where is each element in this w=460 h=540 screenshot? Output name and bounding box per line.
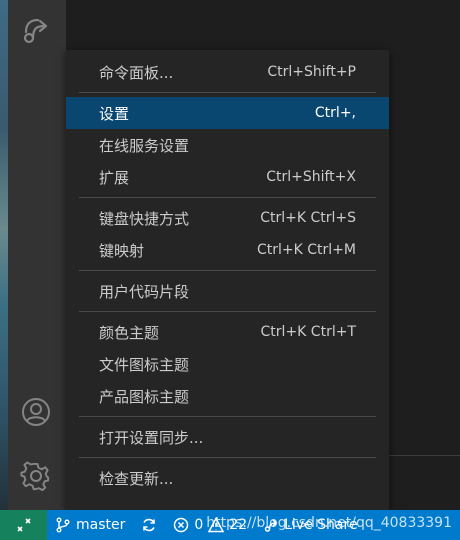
activity-bar xyxy=(8,0,66,510)
menu-separator xyxy=(79,457,376,458)
sync-button[interactable] xyxy=(133,510,165,540)
menu-item[interactable]: 在线服务设置 xyxy=(66,129,389,161)
menu-separator xyxy=(79,92,376,93)
manage-context-menu: 命令面板... Ctrl+Shift+P 设置 Ctrl+, 在线服务设置 扩展 Ctrl+… xyxy=(66,50,389,510)
warning-icon xyxy=(208,517,225,533)
menu-item-label: 设置 xyxy=(99,104,130,123)
gear-icon[interactable] xyxy=(18,458,54,494)
remote-button[interactable] xyxy=(0,510,47,540)
menu-item-label: 扩展 xyxy=(99,168,130,187)
error-count: 0 xyxy=(194,517,204,533)
git-branch-icon xyxy=(56,517,70,533)
menu-item-label: 键盘快捷方式 xyxy=(99,209,190,228)
branch-name: master xyxy=(76,517,126,533)
menu-item-shortcut: Ctrl+Shift+X xyxy=(266,169,356,185)
menu-item[interactable]: 文件图标主题 xyxy=(66,348,389,380)
sync-icon xyxy=(143,518,156,532)
menu-separator xyxy=(79,311,376,312)
live-share-status-icon xyxy=(264,519,278,532)
menu-item-label: 检查更新... xyxy=(99,469,174,488)
menu-separator xyxy=(79,416,376,417)
error-icon xyxy=(174,517,189,533)
branch-indicator[interactable]: master xyxy=(47,510,133,540)
menu-item[interactable]: 命令面板... Ctrl+Shift+P xyxy=(66,56,389,88)
menu-item-label: 文件图标主题 xyxy=(99,355,190,374)
menu-item[interactable]: 产品图标主题 xyxy=(66,380,389,412)
menu-item[interactable]: 键盘快捷方式 Ctrl+K Ctrl+S xyxy=(66,202,389,234)
live-share-status[interactable]: Live Share xyxy=(255,510,365,540)
menu-item[interactable]: 检查更新... xyxy=(66,462,389,494)
menu-item-label: 用户代码片段 xyxy=(99,282,190,301)
menu-item[interactable]: 颜色主题 Ctrl+K Ctrl+T xyxy=(66,316,389,348)
menu-item-shortcut: Ctrl+K Ctrl+M xyxy=(257,242,356,258)
menu-item-shortcut: Ctrl+Shift+P xyxy=(267,64,356,80)
menu-item-label: 键映射 xyxy=(99,241,145,260)
status-bar: master 0 22 Live Share https://blog.csdn… xyxy=(0,510,460,540)
live-share-label: Live Share xyxy=(284,517,358,533)
menu-item[interactable]: 扩展 Ctrl+Shift+X xyxy=(66,161,389,193)
menu-item-label: 产品图标主题 xyxy=(99,387,190,406)
menu-item-label: 在线服务设置 xyxy=(99,136,190,155)
desktop-wallpaper-edge xyxy=(0,0,8,510)
menu-item-label: 打开设置同步... xyxy=(99,428,204,447)
problems-indicator[interactable]: 0 22 xyxy=(165,510,255,540)
menu-item-shortcut: Ctrl+K Ctrl+S xyxy=(260,210,356,226)
menu-item[interactable]: 设置 Ctrl+, xyxy=(66,97,389,129)
panel-border xyxy=(388,455,460,456)
menu-item[interactable]: 打开设置同步... xyxy=(66,421,389,453)
menu-separator xyxy=(79,270,376,271)
menu-item[interactable]: 键映射 Ctrl+K Ctrl+M xyxy=(66,234,389,266)
menu-item-label: 命令面板... xyxy=(99,63,174,82)
account-icon[interactable] xyxy=(18,394,54,430)
warning-count: 22 xyxy=(229,517,248,533)
menu-item-label: 颜色主题 xyxy=(99,323,160,342)
menu-item-shortcut: Ctrl+K Ctrl+T xyxy=(260,324,356,340)
menu-separator xyxy=(79,197,376,198)
remote-icon xyxy=(16,518,31,532)
menu-item[interactable]: 用户代码片段 xyxy=(66,275,389,307)
menu-item-shortcut: Ctrl+, xyxy=(314,105,356,121)
live-share-icon[interactable] xyxy=(18,12,54,48)
